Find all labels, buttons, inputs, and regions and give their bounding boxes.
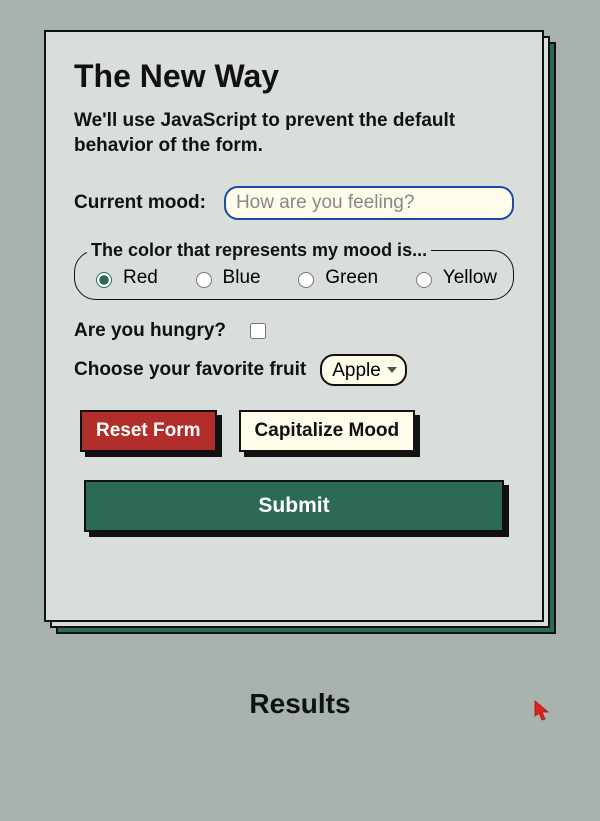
hungry-checkbox[interactable] — [250, 323, 266, 339]
hungry-row: Are you hungry? — [74, 320, 514, 342]
mood-color-fieldset: The color that represents my mood is... … — [74, 240, 514, 300]
reset-button[interactable]: Reset Form — [80, 410, 217, 452]
radio-yellow[interactable] — [416, 272, 432, 288]
fruit-label: Choose your favorite fruit — [74, 359, 306, 381]
radio-label: Yellow — [443, 267, 497, 289]
form-card: The New Way We'll use JavaScript to prev… — [44, 30, 544, 622]
fruit-row: Choose your favorite fruit Apple — [74, 354, 514, 386]
page-title: The New Way — [74, 58, 514, 95]
radio-label: Green — [325, 267, 378, 289]
capitalize-button[interactable]: Capitalize Mood — [239, 410, 416, 452]
mood-color-option-blue[interactable]: Blue — [191, 267, 261, 289]
mood-color-option-green[interactable]: Green — [293, 267, 378, 289]
mood-color-options: Red Blue Green Yellow — [87, 267, 501, 289]
fruit-select[interactable]: Apple — [320, 354, 407, 386]
mood-label: Current mood: — [74, 192, 206, 214]
button-row: Reset Form Capitalize Mood — [80, 410, 514, 452]
submit-button[interactable]: Submit — [84, 480, 504, 532]
mood-color-legend: The color that represents my mood is... — [87, 240, 431, 261]
hungry-label: Are you hungry? — [74, 320, 226, 342]
results-heading: Results — [0, 688, 600, 720]
radio-blue[interactable] — [196, 272, 212, 288]
radio-green[interactable] — [298, 272, 314, 288]
mood-row: Current mood: — [74, 186, 514, 220]
mood-input[interactable] — [224, 186, 514, 220]
page-subtitle: We'll use JavaScript to prevent the defa… — [74, 109, 514, 158]
fruit-select-wrap: Apple — [320, 354, 407, 386]
mood-color-option-yellow[interactable]: Yellow — [411, 267, 497, 289]
form-card-stack: The New Way We'll use JavaScript to prev… — [44, 30, 556, 634]
mood-color-option-red[interactable]: Red — [91, 267, 158, 289]
radio-red[interactable] — [96, 272, 112, 288]
radio-label: Blue — [223, 267, 261, 289]
radio-label: Red — [123, 267, 158, 289]
